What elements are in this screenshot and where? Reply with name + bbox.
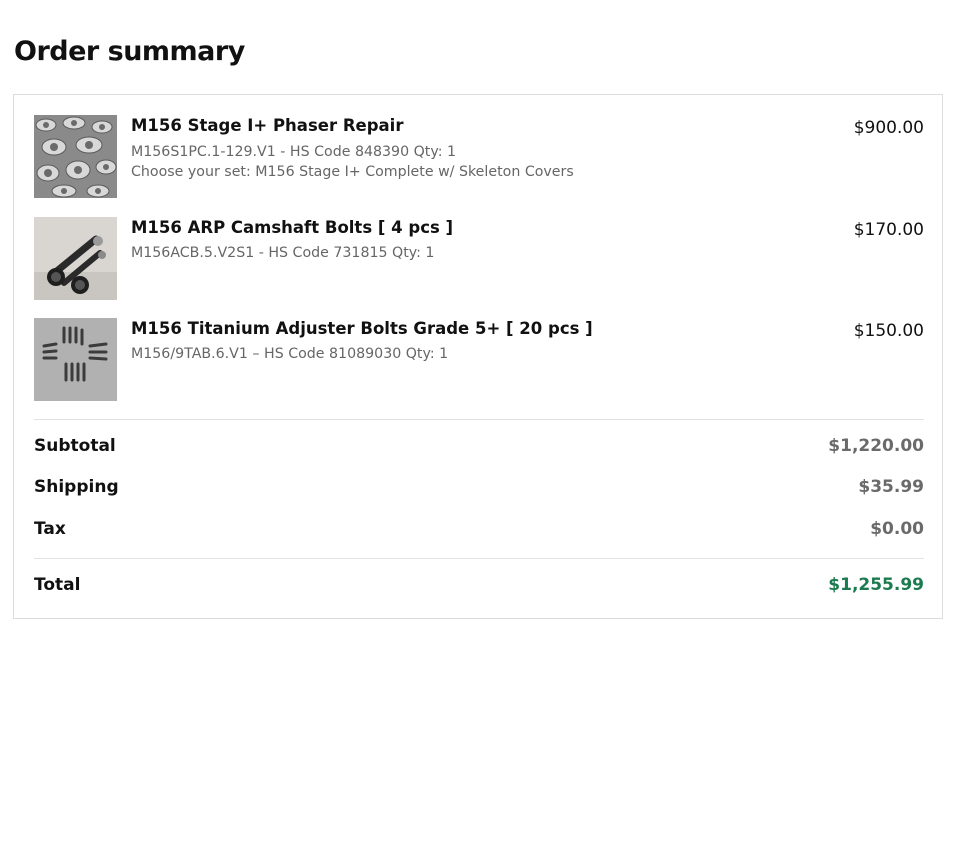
divider bbox=[34, 558, 924, 559]
item-sku-meta: M156/9TAB.6.V1 – HS Code 81089030 Qty: 1 bbox=[131, 346, 449, 362]
subtotal-label: Subtotal bbox=[34, 436, 116, 456]
line-item: M156 Stage I+ Phaser Repair M156S1PC.1-1… bbox=[34, 115, 924, 199]
item-option-meta: Choose your set: M156 Stage I+ Complete … bbox=[131, 164, 574, 180]
tax-label: Tax bbox=[34, 519, 66, 539]
subtotal-row: Subtotal $1,220.00 bbox=[34, 436, 924, 460]
order-summary-page: Order summary M156 Stage I+ Phaser Repai… bbox=[0, 0, 957, 854]
shipping-value: $35.99 bbox=[858, 477, 924, 497]
line-item: M156 Titanium Adjuster Bolts Grade 5+ [ … bbox=[34, 318, 924, 402]
product-image-camshaft-bolts bbox=[34, 217, 117, 300]
item-sku-meta: M156ACB.5.V2S1 - HS Code 731815 Qty: 1 bbox=[131, 245, 435, 261]
tax-row: Tax $0.00 bbox=[34, 519, 924, 543]
item-price: $150.00 bbox=[853, 321, 924, 341]
item-price: $170.00 bbox=[853, 220, 924, 240]
shipping-row: Shipping $35.99 bbox=[34, 477, 924, 501]
item-name: M156 ARP Camshaft Bolts [ 4 pcs ] bbox=[131, 218, 454, 237]
order-summary-card: M156 Stage I+ Phaser Repair M156S1PC.1-1… bbox=[13, 94, 943, 619]
total-row: Total $1,255.99 bbox=[34, 575, 924, 599]
subtotal-value: $1,220.00 bbox=[828, 436, 924, 456]
shipping-label: Shipping bbox=[34, 477, 119, 497]
tax-value: $0.00 bbox=[870, 519, 924, 539]
item-sku-meta: M156S1PC.1-129.V1 - HS Code 848390 Qty: … bbox=[131, 144, 457, 160]
product-image-phaser-plates bbox=[34, 115, 117, 198]
total-value: $1,255.99 bbox=[828, 575, 924, 595]
item-price: $900.00 bbox=[853, 118, 924, 138]
product-image-titanium-bolts bbox=[34, 318, 117, 401]
item-name: M156 Stage I+ Phaser Repair bbox=[131, 116, 404, 135]
page-title: Order summary bbox=[14, 36, 245, 67]
total-label: Total bbox=[34, 575, 81, 595]
item-name: M156 Titanium Adjuster Bolts Grade 5+ [ … bbox=[131, 319, 593, 338]
line-item: M156 ARP Camshaft Bolts [ 4 pcs ] M156AC… bbox=[34, 217, 924, 301]
divider bbox=[34, 419, 924, 420]
